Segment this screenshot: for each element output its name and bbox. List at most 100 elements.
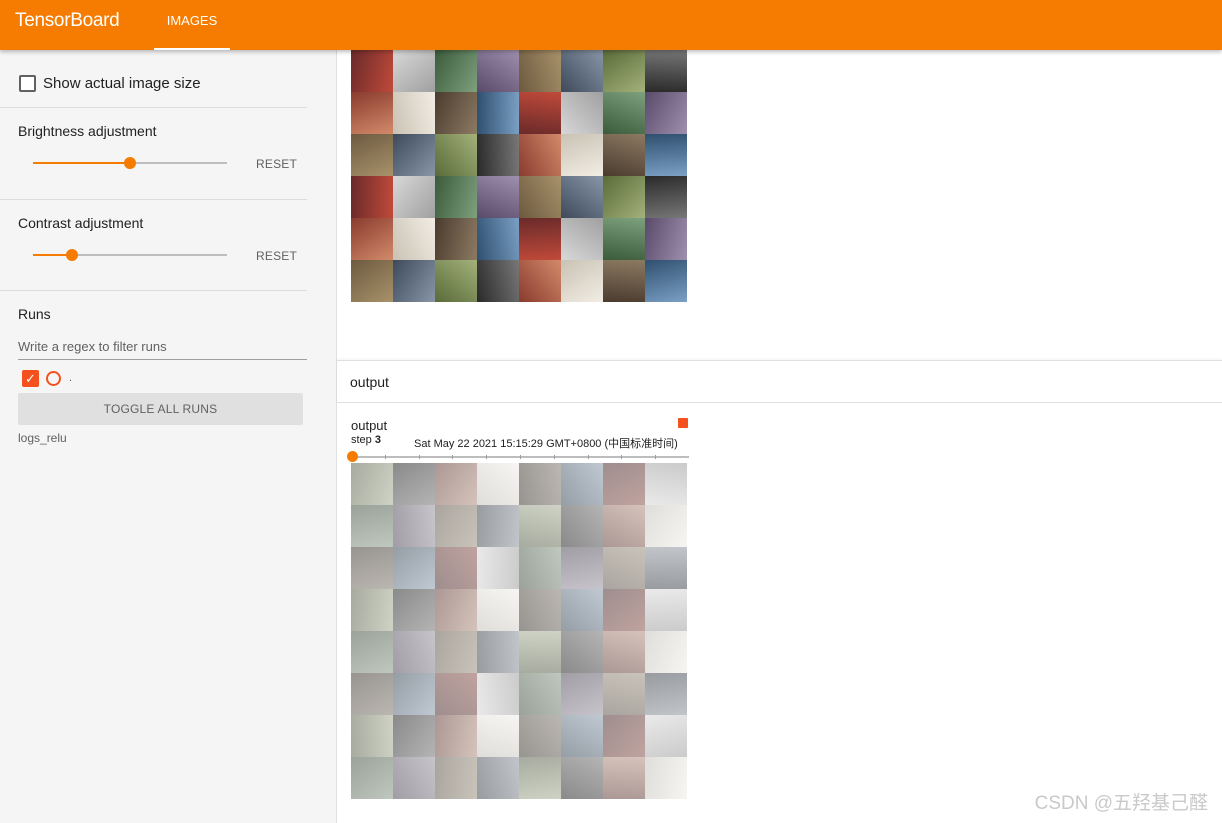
step-slider-tick [587, 455, 589, 459]
step-label: step [351, 434, 372, 446]
card-timestamp: Sat May 22 2021 15:15:29 GMT+0800 (中国标准时… [414, 438, 678, 450]
image-grid-input [351, 50, 687, 302]
image-tile [477, 505, 519, 547]
image-tile [519, 757, 561, 799]
image-tile [477, 260, 519, 302]
image-tile [477, 673, 519, 715]
image-tile [351, 218, 393, 260]
image-tile [603, 92, 645, 134]
card-title: output [351, 418, 388, 433]
contrast-section: Contrast adjustment RESET [0, 200, 307, 291]
image-tile [561, 92, 603, 134]
step-slider-tick [384, 455, 386, 459]
run-checkbox[interactable]: ✓ [22, 370, 39, 387]
step-slider-tick [486, 455, 488, 459]
image-tile [477, 176, 519, 218]
contrast-slider[interactable] [33, 245, 227, 265]
image-tile [393, 505, 435, 547]
show-actual-size-checkbox[interactable] [19, 75, 36, 92]
image-tile [561, 505, 603, 547]
image-tile [561, 589, 603, 631]
active-tab-indicator [154, 48, 230, 50]
show-actual-size-section: Show actual image size [0, 50, 307, 108]
image-tile [435, 631, 477, 673]
image-tile [351, 260, 393, 302]
image-tile [603, 673, 645, 715]
image-tile [645, 757, 687, 799]
category-header-output[interactable]: output [337, 360, 1222, 403]
image-tile [645, 134, 687, 176]
image-tile [393, 589, 435, 631]
image-tile [351, 631, 393, 673]
image-tile [603, 50, 645, 92]
image-tile [477, 547, 519, 589]
image-tile [351, 673, 393, 715]
tab-images-label: IMAGES [166, 13, 218, 28]
run-label: . [69, 372, 73, 384]
toggle-all-runs-button[interactable]: TOGGLE ALL RUNS [18, 393, 303, 425]
image-tile [477, 589, 519, 631]
step-slider-tick [553, 455, 555, 459]
run-filter-input[interactable] [18, 334, 307, 360]
image-tile [435, 505, 477, 547]
image-tile [477, 92, 519, 134]
image-tile [519, 631, 561, 673]
image-tile [603, 631, 645, 673]
image-tile [477, 134, 519, 176]
tab-images[interactable]: IMAGES [154, 0, 230, 50]
image-tile [603, 218, 645, 260]
contrast-label: Contrast adjustment [18, 215, 144, 231]
step-slider-tick [418, 455, 420, 459]
step-slider[interactable] [347, 451, 689, 463]
image-tile [393, 134, 435, 176]
image-tile [393, 673, 435, 715]
run-color-swatch [678, 418, 688, 428]
app-brand[interactable]: TensorBoard [15, 10, 120, 32]
image-tile [477, 463, 519, 505]
image-tile [393, 92, 435, 134]
image-tile [645, 505, 687, 547]
image-tile [561, 260, 603, 302]
image-tile [393, 260, 435, 302]
runs-title: Runs [18, 306, 51, 322]
image-tile [561, 50, 603, 92]
image-tile [477, 757, 519, 799]
image-tile [435, 463, 477, 505]
image-tile [435, 673, 477, 715]
card-step: step 3 [351, 434, 381, 446]
image-tile [561, 547, 603, 589]
image-tile [519, 673, 561, 715]
run-color-radio[interactable] [46, 371, 61, 386]
image-tile [519, 715, 561, 757]
image-tile [435, 715, 477, 757]
image-tile [561, 715, 603, 757]
image-tile [645, 92, 687, 134]
image-tile [393, 631, 435, 673]
image-tile [645, 260, 687, 302]
image-tile [435, 218, 477, 260]
main-content: output output step 3 Sat May 22 2021 15:… [337, 50, 1222, 823]
brightness-slider-fill [33, 162, 130, 164]
brightness-reset-button[interactable]: RESET [256, 157, 297, 171]
image-tile [645, 631, 687, 673]
brightness-slider[interactable] [33, 153, 227, 173]
image-tile [603, 589, 645, 631]
image-tile [519, 589, 561, 631]
image-tile [351, 176, 393, 218]
image-tile [351, 505, 393, 547]
image-tile [519, 50, 561, 92]
image-tile [519, 176, 561, 218]
brightness-slider-thumb[interactable] [124, 157, 136, 169]
step-slider-thumb[interactable] [347, 451, 358, 462]
image-tile [603, 134, 645, 176]
image-tile [645, 589, 687, 631]
image-tile [519, 260, 561, 302]
contrast-slider-thumb[interactable] [65, 249, 78, 261]
image-tile [477, 218, 519, 260]
contrast-reset-button[interactable]: RESET [256, 249, 297, 263]
image-tile [351, 757, 393, 799]
image-tile [351, 50, 393, 92]
step-slider-tick [520, 455, 521, 459]
image-tile [561, 673, 603, 715]
image-tile [603, 463, 645, 505]
